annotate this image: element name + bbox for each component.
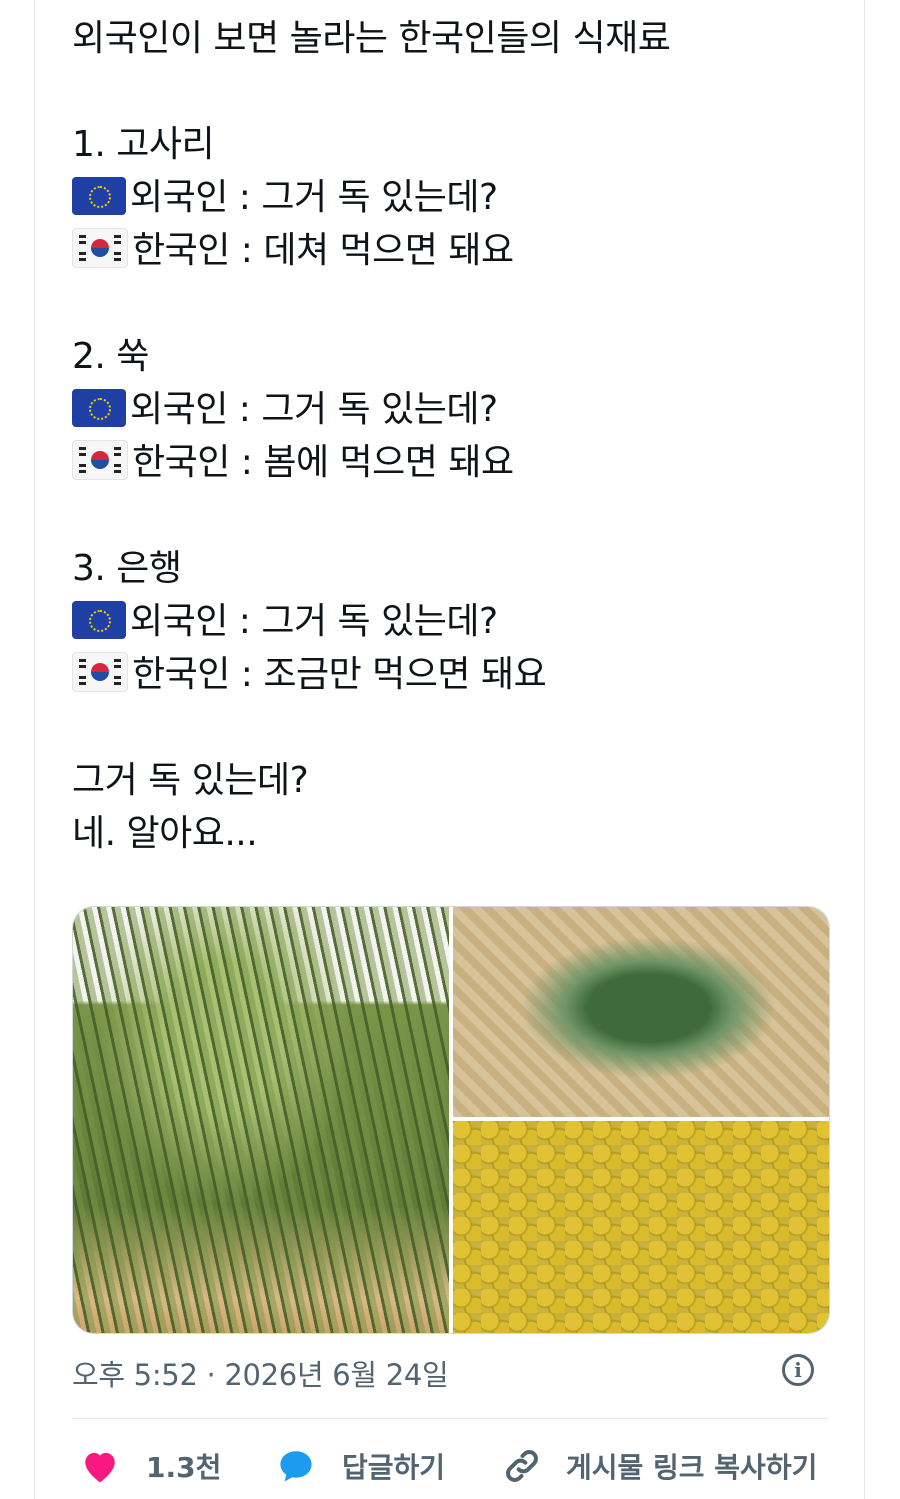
closing-line: 그거 독 있는데? xyxy=(72,760,309,801)
tweet-body: 외국인이 보면 놀라는 한국인들의 식재료 1. 고사리 외국인 : 그거 독 … xyxy=(72,12,852,860)
foreigner-line: 외국인 : 그거 독 있는데? xyxy=(72,595,852,648)
korea-flag-icon xyxy=(72,440,128,480)
action-bar: 1.3천 답글하기 게시물 링크 복사하기 xyxy=(72,1440,832,1492)
heart-icon xyxy=(85,1452,115,1483)
ginkgo-photo[interactable] xyxy=(453,1121,829,1333)
eu-flag-icon xyxy=(72,601,126,639)
eu-flag-icon xyxy=(72,177,126,215)
frame-border-left xyxy=(34,0,35,1499)
media-grid xyxy=(72,906,830,1334)
foreigner-line: 외국인 : 그거 독 있는데? xyxy=(72,171,852,224)
fern-photo[interactable] xyxy=(73,907,449,1333)
tweet-timestamp[interactable]: 오후 5:52 · 2026년 6월 24일 xyxy=(72,1352,449,1394)
item-heading: 1. 고사리 xyxy=(72,124,215,165)
link-icon xyxy=(506,1450,538,1482)
foreigner-line: 외국인 : 그거 독 있는데? xyxy=(72,383,852,436)
tweet-title: 외국인이 보면 놀라는 한국인들의 식재료 xyxy=(72,18,671,59)
korean-line: 한국인 : 데쳐 먹으면 돼요 xyxy=(72,224,852,277)
copy-link-label: 게시물 링크 복사하기 xyxy=(566,1451,818,1484)
item-heading: 3. 은행 xyxy=(72,548,182,589)
like-count: 1.3천 xyxy=(146,1451,222,1484)
korea-flag-icon xyxy=(72,652,128,692)
frame-border-right xyxy=(864,0,865,1499)
mugwort-photo[interactable] xyxy=(453,907,829,1117)
item-heading: 2. 쑥 xyxy=(72,336,149,377)
speech-bubble-icon xyxy=(280,1451,312,1482)
korean-line: 한국인 : 조금만 먹으면 돼요 xyxy=(72,648,852,701)
reply-button[interactable]: 답글하기 xyxy=(276,1440,445,1492)
closing-line: 네. 알아요... xyxy=(72,813,258,854)
copy-link-button[interactable]: 게시물 링크 복사하기 xyxy=(502,1440,817,1492)
reply-label: 답글하기 xyxy=(342,1451,446,1484)
korean-line: 한국인 : 봄에 먹으면 돼요 xyxy=(72,436,852,489)
eu-flag-icon xyxy=(72,389,126,427)
korea-flag-icon xyxy=(72,228,128,268)
divider xyxy=(72,1418,828,1419)
info-icon[interactable]: i xyxy=(782,1354,814,1386)
like-button[interactable]: 1.3천 xyxy=(80,1440,221,1492)
